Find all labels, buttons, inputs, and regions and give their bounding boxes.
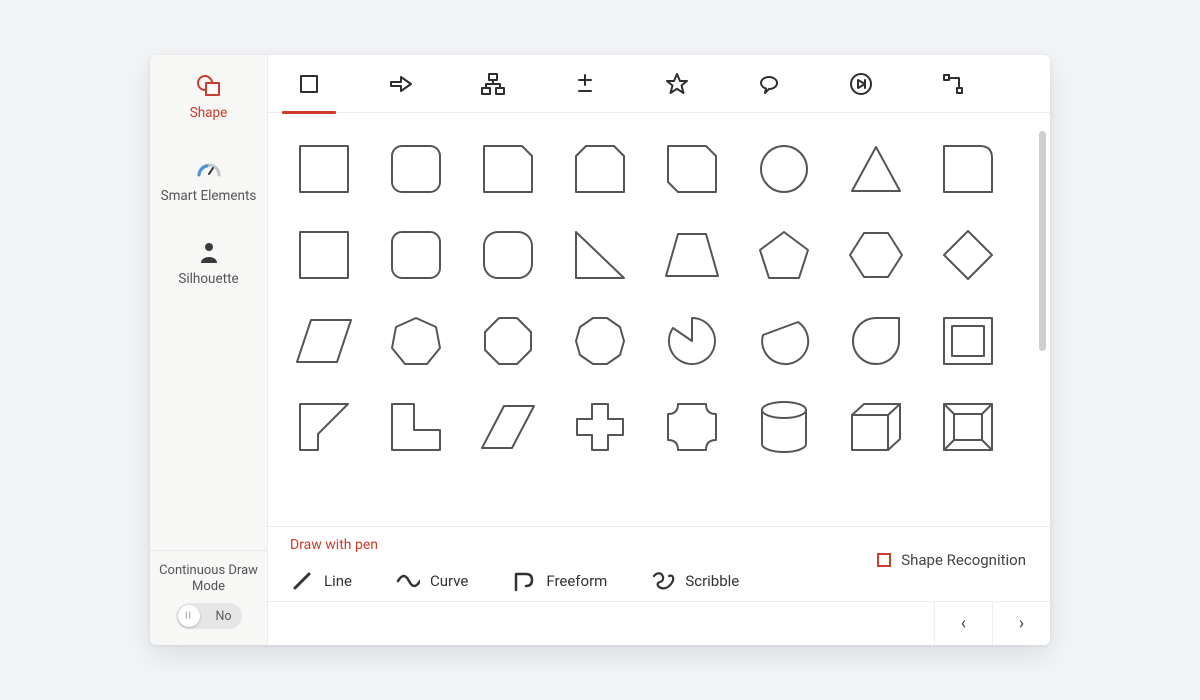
shape-rounded-rectangle-alt[interactable] <box>386 227 446 283</box>
shape-grid-scroll[interactable] <box>268 113 1050 526</box>
tab-connectors[interactable] <box>930 55 976 113</box>
shape-pie[interactable] <box>662 313 722 369</box>
shape-right-triangle[interactable] <box>570 227 630 283</box>
shape-rectangle-alt[interactable] <box>294 227 354 283</box>
play-icon <box>849 72 873 96</box>
curve-icon <box>396 569 420 593</box>
shape-recognition-label: Shape Recognition <box>901 551 1026 569</box>
shape-cylinder[interactable] <box>754 399 814 455</box>
star-icon <box>665 72 689 96</box>
shape-snip-2-diag[interactable] <box>662 141 722 197</box>
pager-prev-button[interactable]: ‹ <box>934 602 992 645</box>
shape-corner[interactable] <box>294 399 354 455</box>
square-icon <box>298 73 320 95</box>
shape-frame[interactable] <box>938 313 998 369</box>
sidebar-item-label: Smart Elements <box>156 188 261 205</box>
sidebar-item-label: Shape <box>156 105 261 122</box>
toggle-knob: ll <box>178 605 200 627</box>
sidebar-item-label: Silhouette <box>156 271 261 288</box>
draw-option-scribble[interactable]: Scribble <box>651 569 739 593</box>
pager-bar: ‹ › <box>268 601 1050 645</box>
tab-arrows[interactable] <box>378 55 424 113</box>
gauge-icon <box>156 156 261 182</box>
connector-icon <box>941 72 965 96</box>
tab-math[interactable] <box>562 55 608 113</box>
draw-option-freeform[interactable]: Freeform <box>512 569 607 593</box>
arrow-icon <box>388 73 414 95</box>
shape-rounded-rectangle[interactable] <box>386 141 446 197</box>
shape-hexagon[interactable] <box>846 227 906 283</box>
shape-bevel[interactable] <box>938 399 998 455</box>
plusminus-icon <box>575 73 595 95</box>
chevron-left-icon: ‹ <box>961 613 966 634</box>
pager-next-button[interactable]: › <box>992 602 1050 645</box>
shape-rectangle[interactable] <box>294 141 354 197</box>
flowchart-icon <box>480 72 506 96</box>
shape-snip-2-same[interactable] <box>570 141 630 197</box>
shape-chord[interactable] <box>754 313 814 369</box>
draw-option-label: Scribble <box>685 572 739 590</box>
sidebar-item-smart-elements[interactable]: Smart Elements <box>150 138 267 221</box>
category-tabs <box>268 55 1050 113</box>
draw-option-line[interactable]: Line <box>290 569 352 593</box>
shape-diagonal-stripe[interactable] <box>478 399 538 455</box>
draw-option-label: Curve <box>430 572 468 590</box>
draw-option-label: Freeform <box>546 572 607 590</box>
scribble-icon <box>651 569 675 593</box>
draw-option-curve[interactable]: Curve <box>396 569 468 593</box>
shape-plaque[interactable] <box>662 399 722 455</box>
shape-triangle[interactable] <box>846 141 906 197</box>
shape-grid-area <box>268 113 1050 526</box>
checkbox-icon <box>877 553 891 567</box>
shape-teardrop[interactable] <box>846 313 906 369</box>
sidebar-item-shape[interactable]: Shape <box>150 55 267 138</box>
shape-circle[interactable] <box>754 141 814 197</box>
continuous-draw-mode-toggle[interactable]: ll No <box>176 603 242 629</box>
continuous-draw-mode-label: Continuous Draw Mode <box>158 563 259 596</box>
shape-pentagon[interactable] <box>754 227 814 283</box>
freeform-icon <box>512 569 536 593</box>
tab-callouts[interactable] <box>746 55 792 113</box>
continuous-draw-mode: Continuous Draw Mode ll No <box>150 550 267 646</box>
chevron-right-icon: › <box>1019 613 1024 634</box>
draw-option-label: Line <box>324 572 352 590</box>
tab-buttons[interactable] <box>838 55 884 113</box>
line-icon <box>290 569 314 593</box>
tab-basic-shapes[interactable] <box>286 55 332 113</box>
shape-parallelogram[interactable] <box>294 313 354 369</box>
shape-trapezoid[interactable] <box>662 227 722 283</box>
shape-octagon[interactable] <box>478 313 538 369</box>
shape-cross[interactable] <box>570 399 630 455</box>
shape-snip-1-corner[interactable] <box>478 141 538 197</box>
sidebar: Shape Smart Elements Silhouette Continuo… <box>150 55 268 645</box>
tab-stars[interactable] <box>654 55 700 113</box>
shape-round-1-corner[interactable] <box>938 141 998 197</box>
shape-diamond[interactable] <box>938 227 998 283</box>
shape-cube[interactable] <box>846 399 906 455</box>
shape-decagon[interactable] <box>570 313 630 369</box>
main-area: Shape Recognition Draw with pen Line Cur… <box>268 55 1050 645</box>
person-icon <box>156 239 261 265</box>
shape-heptagon[interactable] <box>386 313 446 369</box>
tab-flowchart[interactable] <box>470 55 516 113</box>
shape-l-shape[interactable] <box>386 399 446 455</box>
speech-icon <box>757 73 781 95</box>
toggle-state: No <box>215 609 231 624</box>
shape-panel: Shape Smart Elements Silhouette Continuo… <box>150 55 1050 645</box>
shape-recognition-checkbox[interactable]: Shape Recognition <box>877 551 1026 569</box>
shape-icon <box>156 73 261 99</box>
shape-grid <box>294 141 1024 455</box>
sidebar-item-silhouette[interactable]: Silhouette <box>150 221 267 304</box>
shape-rounded-rectangle-alt2[interactable] <box>478 227 538 283</box>
